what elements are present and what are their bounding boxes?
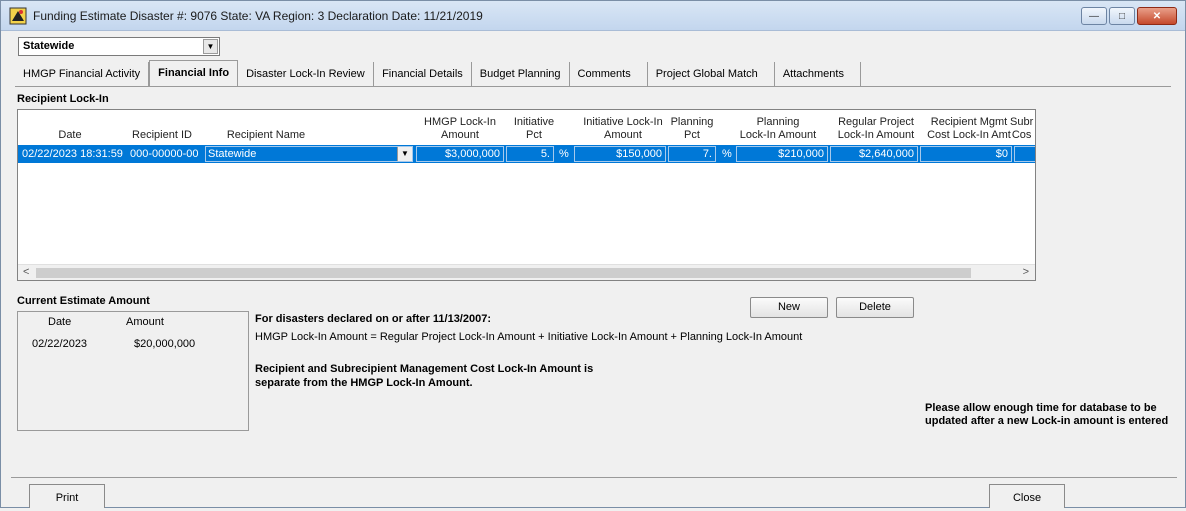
subrecipient-mgmt-field[interactable] bbox=[1014, 146, 1035, 162]
initiative-pct-symbol: % bbox=[559, 148, 569, 160]
estimate-col-amount: Amount bbox=[126, 316, 164, 328]
current-estimate-label: Current Estimate Amount bbox=[17, 295, 150, 307]
planning-pct-symbol: % bbox=[722, 148, 732, 160]
col-recipient-id[interactable]: Recipient ID bbox=[122, 110, 202, 144]
scrollbar-thumb[interactable] bbox=[36, 268, 971, 278]
horizontal-scrollbar[interactable]: < > bbox=[18, 264, 1035, 280]
funding-estimate-window: Funding Estimate Disaster #: 9076 State:… bbox=[0, 0, 1186, 508]
planning-pct-field[interactable]: 7. bbox=[668, 146, 716, 162]
scope-select[interactable]: Statewide ▼ bbox=[18, 37, 220, 56]
current-estimate-list[interactable]: Date Amount 02/22/2023 $20,000,000 bbox=[17, 311, 249, 431]
table-row[interactable]: 02/22/2023 18:31:59 000-00000-00 Statewi… bbox=[18, 145, 1035, 163]
chevron-right-icon[interactable]: > bbox=[1023, 266, 1029, 278]
recipient-lockin-label: Recipient Lock-In bbox=[17, 93, 109, 105]
tab-divider bbox=[15, 86, 1171, 87]
recipient-lockin-grid[interactable]: Date Recipient ID Recipient Name HMGP Lo… bbox=[17, 109, 1036, 281]
print-button[interactable]: Print bbox=[29, 484, 105, 508]
minimize-button[interactable]: — bbox=[1081, 7, 1107, 25]
chevron-down-icon[interactable]: ▼ bbox=[203, 39, 218, 54]
tab-attachments[interactable]: Attachments bbox=[775, 62, 861, 86]
scope-select-value: Statewide bbox=[23, 40, 75, 52]
col-initiative-lockin[interactable]: Initiative Lock-In Amount bbox=[573, 110, 673, 144]
row-date: 02/22/2023 18:31:59 bbox=[22, 148, 123, 160]
recipient-name-value: Statewide bbox=[208, 148, 257, 160]
info-wait-line1: Please allow enough time for database to… bbox=[925, 402, 1157, 414]
tab-financial-details[interactable]: Financial Details bbox=[374, 62, 472, 86]
close-button[interactable]: Close bbox=[989, 484, 1065, 508]
col-regular-lockin[interactable]: Regular Project Lock-In Amount bbox=[826, 110, 926, 144]
initiative-pct-field[interactable]: 5. bbox=[506, 146, 554, 162]
close-window-button[interactable]: ✕ bbox=[1137, 7, 1177, 25]
chevron-left-icon[interactable]: < bbox=[23, 266, 29, 278]
maximize-button[interactable]: □ bbox=[1109, 7, 1135, 25]
col-recipient-name[interactable]: Recipient Name bbox=[206, 110, 326, 144]
hmgp-lockin-field[interactable]: $3,000,000 bbox=[416, 146, 504, 162]
grid-header: Date Recipient ID Recipient Name HMGP Lo… bbox=[18, 110, 1035, 144]
tab-comments[interactable]: Comments bbox=[570, 62, 648, 86]
initiative-lockin-field[interactable]: $150,000 bbox=[574, 146, 666, 162]
row-recipient-id: 000-00000-00 bbox=[130, 148, 199, 160]
window-title: Funding Estimate Disaster #: 9076 State:… bbox=[33, 9, 483, 23]
estimate-date: 02/22/2023 bbox=[32, 338, 88, 350]
info-formula: HMGP Lock-In Amount = Regular Project Lo… bbox=[255, 331, 803, 343]
regular-lockin-field[interactable]: $2,640,000 bbox=[830, 146, 918, 162]
info-wait-line2: updated after a new Lock-in amount is en… bbox=[925, 415, 1169, 427]
tab-disaster-lockin-review[interactable]: Disaster Lock-In Review bbox=[238, 62, 375, 86]
planning-lockin-field[interactable]: $210,000 bbox=[736, 146, 828, 162]
tab-financial-info[interactable]: Financial Info bbox=[149, 60, 239, 86]
col-hmgp-lockin[interactable]: HMGP Lock-In Amount bbox=[415, 110, 505, 144]
recipient-name-select[interactable]: Statewide ▼ bbox=[205, 146, 413, 162]
delete-button[interactable]: Delete bbox=[836, 297, 914, 318]
tab-budget-planning[interactable]: Budget Planning bbox=[472, 62, 570, 86]
title-bar: Funding Estimate Disaster #: 9076 State:… bbox=[1, 1, 1185, 31]
col-planning-pct[interactable]: Planning Pct bbox=[666, 110, 718, 144]
col-planning-lockin[interactable]: Planning Lock-In Amount bbox=[728, 110, 828, 144]
info-heading: For disasters declared on or after 11/13… bbox=[255, 313, 492, 325]
recipient-mgmt-field[interactable]: $0 bbox=[920, 146, 1012, 162]
footer-divider bbox=[11, 477, 1177, 478]
info-note-line2: separate from the HMGP Lock-In Amount. bbox=[255, 377, 473, 389]
tab-project-global-match[interactable]: Project Global Match bbox=[648, 62, 775, 86]
col-recipient-mgmt[interactable]: Recipient Mgmt Cost Lock-In Amt bbox=[918, 110, 1020, 144]
col-date[interactable]: Date bbox=[40, 110, 100, 144]
tab-hmgp-financial-activity[interactable]: HMGP Financial Activity bbox=[15, 62, 150, 86]
col-subrecipient-mgmt[interactable]: Subr Cos bbox=[1010, 110, 1035, 144]
window-controls: — □ ✕ bbox=[1081, 7, 1177, 25]
chevron-down-icon[interactable]: ▼ bbox=[397, 147, 412, 161]
tab-bar: HMGP Financial Activity Financial Info D… bbox=[15, 60, 861, 86]
col-initiative-pct[interactable]: Initiative Pct bbox=[503, 110, 565, 144]
new-button[interactable]: New bbox=[750, 297, 828, 318]
estimate-col-date: Date bbox=[48, 316, 72, 328]
info-note-line1: Recipient and Subrecipient Management Co… bbox=[255, 363, 594, 375]
estimate-amount: $20,000,000 bbox=[134, 338, 196, 350]
app-icon bbox=[9, 7, 27, 25]
